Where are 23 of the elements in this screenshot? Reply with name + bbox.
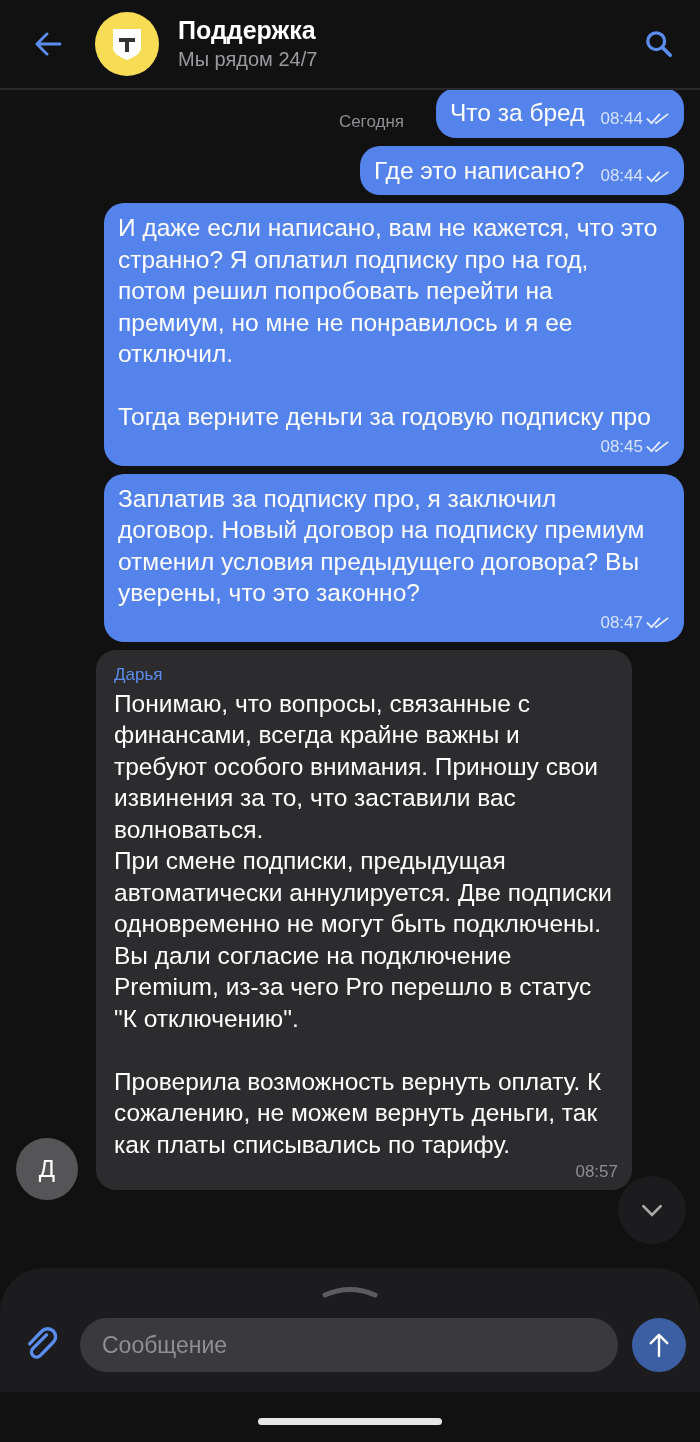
date-label: Сегодня	[338, 111, 405, 132]
message-text: Понимаю, что вопросы, связанные с финансами, всегда крайне важны и требуют особого внимания. Приношу свои извинения за то, что заставили вас волноваться. При смене подписки, предыдущая автоматически аннулируется. Две подписки одновременно не могут быть подключены. Вы дали согласие на подключение Premium, из-за чего Pro перешло в статус "К отключению". Проверила возможность вернуть оплату. К сожалению, не можем вернуть деньги, так как платы списывались по тарифу.	[114, 688, 613, 1160]
message-text: Где это написано?	[374, 155, 585, 186]
message-text: И даже если написано, вам не кажется, что это странно? Я оплатил подписку про на год, потом решил попробовать перейти на премиум, но мне не понравилось и я ее отключил. Тогда верните деньги за годовую подписку про	[118, 213, 658, 432]
chat-subtitle: Мы рядом 24/7	[178, 47, 319, 72]
arrow-up-icon	[648, 1332, 670, 1358]
sender-name: Дарья	[114, 663, 163, 686]
avatar: Д	[16, 1138, 78, 1200]
expand-handle-icon[interactable]	[322, 1286, 378, 1298]
send-button[interactable]	[632, 1318, 686, 1372]
message-time: 08:57	[575, 1162, 618, 1182]
message-time: 08:47	[600, 612, 643, 633]
chevron-down-icon	[641, 1203, 663, 1217]
chat-title: Поддержка	[178, 15, 317, 45]
message-input-field[interactable]: Сообщение	[80, 1318, 618, 1372]
message-text: Заплатив за подписку про, я заключил договор. Новый договор на подписку премиум отменил условия предыдущего договора? Вы уверены, что это законно?	[118, 483, 646, 608]
message-text: Что за бред	[450, 98, 585, 128]
logo-icon	[95, 12, 159, 76]
message-time: 08:44	[600, 108, 643, 129]
search-icon[interactable]	[645, 30, 673, 58]
message-time: 08:45	[600, 436, 643, 457]
message-time: 08:44	[600, 166, 643, 186]
back-icon[interactable]	[34, 32, 62, 56]
